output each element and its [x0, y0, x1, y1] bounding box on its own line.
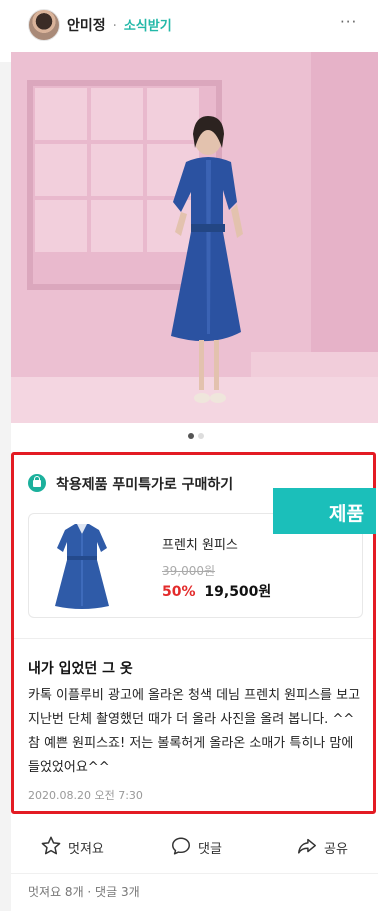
comment-label: 댓글	[198, 842, 222, 857]
sale-price: 19,500원	[204, 584, 272, 600]
dress-thumbnail-icon	[55, 524, 109, 609]
post-timestamp: 2020.08.20 오전 7:30	[28, 789, 143, 802]
reaction-counts[interactable]: 멋져요 8개 · 댓글 3개	[28, 883, 140, 900]
product-cta-badge[interactable]: 제품	[273, 488, 376, 534]
speech-bubble-icon	[172, 837, 190, 855]
carousel-indicator	[185, 433, 215, 441]
promo-title[interactable]: 착용제품 푸미특가로 구매하기	[56, 474, 233, 494]
post-photo[interactable]	[11, 52, 378, 423]
photo-illustration	[11, 52, 378, 423]
share-label: 공유	[324, 842, 348, 857]
author-line: 안미정 · 소식받기	[67, 15, 172, 35]
more-options-icon[interactable]: ···	[340, 13, 357, 31]
carousel-dot-active[interactable]	[188, 433, 194, 439]
post-body: 카톡 이플루비 광고에 올라온 청색 데님 프렌치 원피스를 보고 지난번 단체…	[28, 688, 361, 775]
left-gutter	[0, 62, 11, 911]
author-name[interactable]: 안미정	[67, 18, 106, 34]
shopping-bag-icon	[28, 474, 46, 492]
separator-dot: ·	[112, 18, 117, 34]
discount-rate: 50%	[162, 584, 196, 600]
post-actions-bar: 멋져요 댓글 공유	[0, 822, 378, 872]
post-title: 내가 입었던 그 옷	[28, 661, 133, 677]
carousel-dot[interactable]	[198, 433, 204, 439]
like-label: 멋져요	[68, 842, 104, 857]
section-divider	[14, 638, 373, 639]
actions-divider	[11, 873, 378, 874]
avatar[interactable]	[28, 9, 60, 41]
sale-price-row: 50% 19,500원	[162, 581, 271, 601]
highlighted-post-section: 착용제품 푸미특가로 구매하기 프렌치 원피스 39,000원 50% 19,5…	[11, 452, 376, 814]
post-header: 안미정 · 소식받기 ···	[0, 0, 378, 50]
original-price: 39,000원	[162, 564, 216, 578]
product-name: 프렌치 원피스	[162, 538, 238, 553]
subscribe-link[interactable]: 소식받기	[124, 19, 172, 34]
share-arrow-icon	[298, 838, 316, 854]
star-icon	[41, 836, 61, 855]
